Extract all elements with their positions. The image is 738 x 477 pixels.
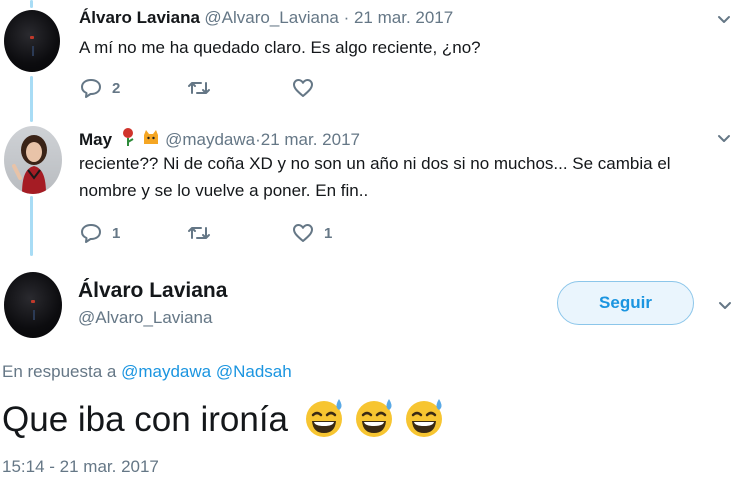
sweat-smile-emoji-icon bbox=[402, 395, 446, 444]
reply-button[interactable]: 2 bbox=[80, 78, 120, 98]
mention-link[interactable]: @maydawa bbox=[121, 362, 211, 381]
main-tweet-body: Que iba con ironía bbox=[2, 395, 446, 444]
author-handle[interactable]: @Alvaro_Laviana bbox=[204, 8, 338, 27]
rose-emoji-icon bbox=[120, 127, 138, 152]
retweet-icon bbox=[188, 82, 210, 94]
chevron-down-icon[interactable] bbox=[717, 131, 731, 149]
cat-emoji-icon bbox=[141, 127, 161, 152]
like-icon bbox=[293, 79, 313, 97]
reply-button[interactable]: 1 bbox=[80, 223, 120, 243]
chevron-down-icon[interactable] bbox=[718, 298, 732, 316]
separator: · bbox=[338, 8, 354, 27]
retweet-icon bbox=[188, 227, 210, 239]
sweat-smile-emoji-icon bbox=[302, 395, 346, 444]
author-handle[interactable]: @Alvaro_Laviana bbox=[78, 308, 212, 328]
thread-line bbox=[30, 76, 33, 122]
author-name[interactable]: May bbox=[79, 130, 112, 150]
tweet-date[interactable]: 21 mar. 2017 bbox=[354, 8, 453, 27]
tweet-timestamp[interactable]: 15:14 - 21 mar. 2017 bbox=[2, 457, 159, 477]
tweet-text-line-1: reciente?? Ni de coña XD y no son un año… bbox=[79, 154, 671, 173]
tweet-header: Álvaro Laviana @Alvaro_Laviana · 21 mar.… bbox=[79, 8, 453, 28]
like-count: 1 bbox=[324, 224, 333, 242]
like-button[interactable]: 1 bbox=[292, 223, 332, 243]
mention-link[interactable]: @Nadsah bbox=[216, 362, 292, 381]
reply-prefix: En respuesta a bbox=[2, 362, 117, 381]
thread-line bbox=[30, 0, 33, 8]
reply-count: 2 bbox=[112, 79, 121, 97]
author-name[interactable]: Álvaro Laviana bbox=[79, 8, 200, 27]
tweet-date[interactable]: 21 mar. 2017 bbox=[261, 130, 360, 150]
avatar[interactable] bbox=[4, 126, 62, 194]
sweat-smile-emoji-icon bbox=[352, 395, 396, 444]
follow-button[interactable]: Seguir bbox=[557, 281, 694, 325]
retweet-button[interactable] bbox=[187, 224, 211, 242]
chevron-down-icon[interactable] bbox=[717, 12, 731, 30]
author-name[interactable]: Álvaro Laviana bbox=[78, 279, 227, 303]
like-icon bbox=[293, 224, 313, 242]
reply-icon bbox=[81, 224, 101, 243]
reply-icon bbox=[81, 79, 101, 98]
reply-context: En respuesta a @maydawa @Nadsah bbox=[2, 362, 292, 382]
like-button[interactable] bbox=[292, 78, 314, 98]
retweet-button[interactable] bbox=[187, 79, 211, 97]
tweet-header: May @maydawa · 21 mar. 2017 bbox=[79, 127, 360, 152]
avatar[interactable] bbox=[4, 10, 60, 72]
author-handle[interactable]: @maydawa bbox=[165, 130, 255, 150]
reply-count: 1 bbox=[112, 224, 121, 242]
thread-line bbox=[30, 196, 33, 256]
tweet-text: A mí no me ha quedado claro. Es algo rec… bbox=[79, 38, 481, 57]
avatar[interactable] bbox=[4, 272, 62, 338]
tweet-text-line-2: nombre y se lo vuelve a poner. En fin.. bbox=[79, 181, 369, 200]
main-tweet-text: Que iba con ironía bbox=[2, 399, 289, 439]
